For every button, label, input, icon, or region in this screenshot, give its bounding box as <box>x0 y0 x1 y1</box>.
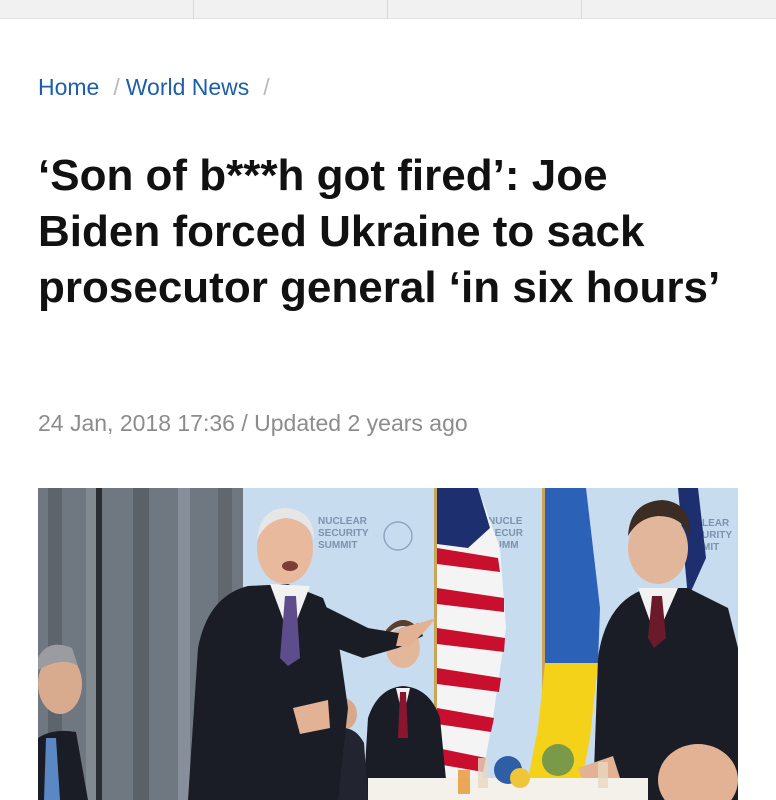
flag-pole <box>96 488 102 800</box>
glass <box>458 770 470 794</box>
article-headline: ‘Son of b***h got fired’: Joe Biden forc… <box>38 151 721 312</box>
backdrop-text: SUMMIT <box>318 540 357 551</box>
curtain-fold <box>86 488 96 800</box>
article-date: 24 Jan, 2018 17:36 <box>38 410 235 436</box>
curtain-fold <box>178 488 190 800</box>
article-photo[interactable]: NUCLEAR SECURITY SUMMIT NUCLE SECUR SUMM… <box>38 488 738 800</box>
breadcrumb-world-news-link[interactable]: World News <box>126 74 250 101</box>
backdrop-text: NUCLEAR <box>318 516 368 527</box>
article-updated: Updated 2 years ago <box>254 410 468 436</box>
tab-divider <box>387 0 388 18</box>
meta-separator: / <box>241 410 248 436</box>
breadcrumb-home-link[interactable]: Home <box>38 74 99 101</box>
tab-divider <box>581 0 582 18</box>
backdrop-text: NUCLE <box>488 516 523 527</box>
breadcrumb-separator: / <box>113 74 120 100</box>
tab-divider <box>193 0 194 18</box>
flowers <box>510 768 530 788</box>
backdrop-text: SECURITY <box>318 528 369 539</box>
article-meta: 24 Jan, 2018 17:36 / Updated 2 years ago <box>38 410 468 437</box>
breadcrumb: Home / World News / <box>38 74 270 101</box>
glass <box>478 758 488 788</box>
browser-tab-bar <box>0 0 776 19</box>
photo-illustration: NUCLEAR SECURITY SUMMIT NUCLE SECUR SUMM… <box>38 488 738 800</box>
curtain-fold <box>133 488 149 800</box>
glass <box>598 762 608 788</box>
flowers <box>542 744 574 776</box>
breadcrumb-separator: / <box>263 74 270 100</box>
backdrop-text: URITY <box>702 530 732 541</box>
mouth <box>282 561 298 571</box>
backdrop-text: LEAR <box>702 518 730 529</box>
